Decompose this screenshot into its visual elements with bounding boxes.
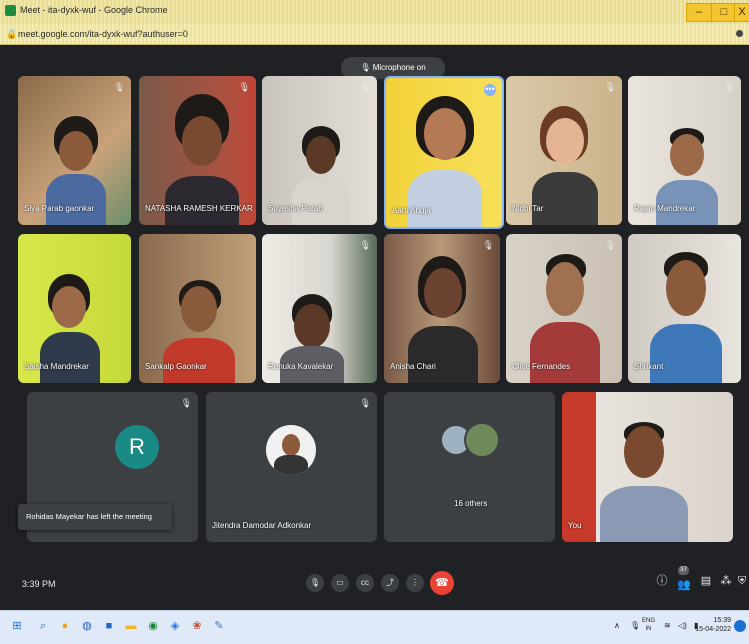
url-text[interactable]: meet.google.com/ita-dyxk-wuf?authuser=0 bbox=[18, 29, 188, 39]
others-tile[interactable]: 16 others bbox=[384, 392, 555, 542]
chat-icon[interactable]: ▤ bbox=[698, 573, 714, 589]
people-icon[interactable]: 👥 bbox=[676, 577, 692, 593]
file-explorer-icon[interactable]: ▬ bbox=[124, 619, 138, 633]
edge-icon[interactable]: ◈ bbox=[168, 619, 182, 633]
microphone-on-label: Microphone on bbox=[372, 63, 426, 72]
notification-icon[interactable] bbox=[734, 620, 746, 632]
participant-name: Shrikant bbox=[634, 362, 664, 371]
participant-name: Renuka Kavalekar bbox=[268, 362, 334, 371]
muted-mic-icon: 🎙 bbox=[723, 240, 735, 250]
participant-tile[interactable]: 🎙 Rajan Mandrekar bbox=[628, 76, 741, 225]
participant-name: NATASHA RAMESH KERKAR bbox=[145, 204, 253, 213]
camera-button[interactable]: ▭ bbox=[331, 574, 349, 592]
app-icon[interactable]: ✎ bbox=[212, 619, 226, 633]
participant-name: Aarti Ahuja bbox=[392, 206, 431, 215]
participants-count-badge: 37 bbox=[678, 566, 689, 575]
participant-name: Jitendra Damodar Adkonkar bbox=[212, 521, 312, 530]
wifi-icon[interactable]: ≋ bbox=[664, 621, 671, 630]
self-view-tile[interactable]: You bbox=[562, 392, 733, 542]
avatar bbox=[266, 425, 316, 475]
task-view-icon[interactable]: ● bbox=[58, 619, 72, 633]
participant-name: Siya Parab gaonkar bbox=[24, 204, 95, 213]
extension-icon[interactable] bbox=[736, 30, 743, 37]
info-icon[interactable]: ⓘ bbox=[654, 573, 670, 589]
participant-name: Clive Fernandes bbox=[512, 362, 571, 371]
participant-name: Saisha Mandrekar bbox=[24, 362, 89, 371]
volume-icon[interactable]: ◁) bbox=[678, 621, 687, 630]
muted-mic-icon: 🎙 bbox=[604, 82, 616, 92]
activities-icon[interactable]: ⁂ bbox=[718, 573, 734, 589]
participant-tile[interactable]: 🎙 Jitendra Damodar Adkonkar bbox=[206, 392, 377, 542]
store-icon[interactable]: ■ bbox=[102, 619, 116, 633]
captions-button[interactable]: cc bbox=[356, 574, 374, 592]
more-options-button[interactable]: ⋮ bbox=[406, 574, 424, 592]
muted-mic-icon: 🎙 bbox=[180, 398, 192, 408]
language-indicator[interactable]: ENG IN bbox=[642, 617, 655, 633]
lock-icon: 🔒 bbox=[6, 29, 18, 39]
participant-tile[interactable]: Sankalp Gaonkar bbox=[139, 234, 256, 383]
close-button[interactable]: X bbox=[734, 3, 749, 22]
participant-tile[interactable]: 🎙 Shrikant bbox=[628, 234, 741, 383]
microphone-button[interactable]: 🎙 bbox=[306, 574, 324, 592]
participant-tile[interactable]: 🎙 Suyesha Parab bbox=[262, 76, 377, 225]
participant-name: Sankalp Gaonkar bbox=[145, 362, 207, 371]
self-name: You bbox=[568, 521, 582, 530]
muted-mic-icon: 🎙 bbox=[359, 82, 371, 92]
muted-mic-icon: 🎙 bbox=[113, 82, 125, 92]
participant-name: Rajan Mandrekar bbox=[634, 204, 696, 213]
tray-mic-icon: 🎙 bbox=[630, 621, 641, 630]
muted-mic-icon: 🎙 bbox=[238, 82, 250, 92]
chrome-icon[interactable]: ◉ bbox=[146, 619, 160, 633]
avatar: R bbox=[115, 425, 159, 469]
end-call-button[interactable]: ☎ bbox=[430, 571, 454, 595]
window-title: Meet - ita-dyxk-wuf - Google Chrome bbox=[20, 5, 168, 15]
search-icon[interactable]: ⌕ bbox=[36, 619, 50, 633]
muted-mic-icon: 🎙 bbox=[359, 240, 371, 250]
meet-favicon-icon bbox=[5, 5, 16, 16]
cortana-icon[interactable]: ◍ bbox=[80, 619, 94, 633]
participant-name: Suyesha Parab bbox=[268, 204, 323, 213]
windows-taskbar: ⊞ ⌕ ● ◍ ■ ▬ ◉ ◈ ❀ ✎ ∧ 🎙 ENG IN ≋ ◁) ▮ 15:… bbox=[0, 610, 749, 644]
participant-tile[interactable]: 🎙 Anisha Chari bbox=[384, 234, 500, 383]
participant-tile-speaking[interactable]: ••• Aarti Ahuja bbox=[384, 76, 504, 229]
present-button[interactable]: ⤴ bbox=[381, 574, 399, 592]
tray-chevron-icon[interactable]: ∧ bbox=[614, 621, 620, 630]
address-bar[interactable]: 🔒 meet.google.com/ita-dyxk-wuf?authuser=… bbox=[0, 24, 749, 45]
participant-tile[interactable]: 🎙 Siya Parab gaonkar bbox=[18, 76, 131, 225]
avatar bbox=[464, 422, 500, 458]
participant-tile[interactable]: 🎙 Nidhi Tar bbox=[506, 76, 622, 225]
app-icon[interactable]: ❀ bbox=[190, 619, 204, 633]
muted-mic-icon: 🎙 bbox=[359, 398, 371, 408]
others-count-label: 16 others bbox=[454, 499, 488, 508]
microphone-icon: 🎙 bbox=[360, 63, 373, 72]
participant-tile[interactable]: Saisha Mandrekar bbox=[18, 234, 131, 383]
meeting-time: 3:39 PM bbox=[22, 579, 56, 589]
system-clock[interactable]: 15:39 15-04-2022 bbox=[695, 616, 731, 634]
participant-name: Nidhi Tar bbox=[512, 204, 544, 213]
browser-title-bar: Meet - ita-dyxk-wuf - Google Chrome – □ … bbox=[0, 0, 749, 24]
windows-start-icon[interactable]: ⊞ bbox=[10, 619, 24, 633]
participant-tile[interactable]: 🎙 NATASHA RAMESH KERKAR bbox=[139, 76, 256, 225]
left-meeting-toast: Rohidas Mayekar has left the meeting bbox=[18, 504, 172, 530]
participant-name: Anisha Chari bbox=[390, 362, 436, 371]
participant-tile[interactable]: 🎙 Renuka Kavalekar bbox=[262, 234, 377, 383]
muted-mic-icon: 🎙 bbox=[723, 82, 735, 92]
minimize-button[interactable]: – bbox=[686, 3, 712, 22]
host-controls-icon[interactable]: ⛨ bbox=[736, 573, 748, 589]
more-options-icon[interactable]: ••• bbox=[484, 84, 496, 96]
muted-mic-icon: 🎙 bbox=[482, 240, 494, 250]
muted-mic-icon: 🎙 bbox=[604, 240, 616, 250]
participant-tile[interactable]: 🎙 Clive Fernandes bbox=[506, 234, 622, 383]
